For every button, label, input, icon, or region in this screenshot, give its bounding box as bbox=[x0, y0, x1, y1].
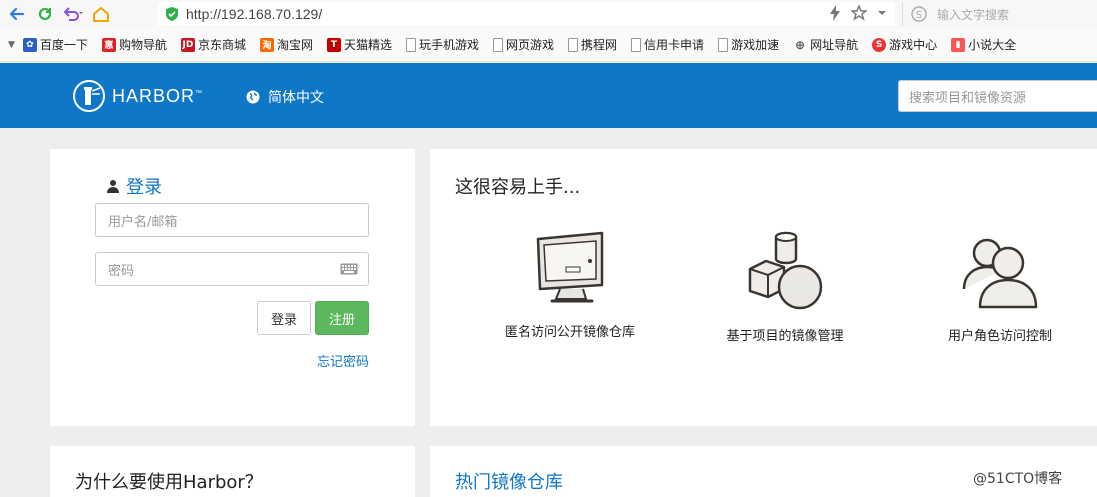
user-icon bbox=[107, 180, 119, 193]
bookmark-baidu[interactable]: ✿ 百度一下 bbox=[22, 36, 88, 53]
harbor-logo[interactable]: HARBOR™ bbox=[72, 79, 203, 113]
login-title: 登录 bbox=[106, 173, 162, 199]
harbor-lighthouse-icon bbox=[73, 80, 105, 112]
home-icon bbox=[93, 7, 109, 22]
bookmark-game-accel[interactable]: 游戏加速 bbox=[718, 36, 779, 53]
bookmarks-menu-icon[interactable]: ▼ bbox=[8, 40, 15, 50]
popular-repos-title: 热门镜像仓库 bbox=[455, 472, 563, 493]
feature-project-management: 基于项目的镜像管理 bbox=[690, 231, 880, 344]
hui-icon: 惠 bbox=[101, 37, 116, 52]
back-arrow-icon bbox=[9, 7, 25, 21]
feature-anonymous-access: 匿名访问公开镜像仓库 bbox=[475, 231, 665, 340]
feature-role-access: 用户角色访问控制 bbox=[905, 231, 1095, 344]
baidu-paw-icon: ✿ bbox=[22, 37, 37, 52]
feature-label: 基于项目的镜像管理 bbox=[726, 329, 844, 344]
language-label: 简体中文 bbox=[268, 90, 324, 106]
jd-icon: JD bbox=[180, 37, 195, 52]
svg-text:S: S bbox=[916, 10, 922, 21]
shapes-icon bbox=[748, 231, 823, 310]
browser-toolbar: http://192.168.70.129/ S 输入文字搜索 bbox=[0, 0, 1097, 28]
login-button[interactable]: 登录 bbox=[257, 301, 311, 335]
page-icon bbox=[406, 37, 416, 52]
username-input[interactable]: 用户名/邮箱 bbox=[95, 203, 369, 237]
tmall-icon: T bbox=[326, 37, 341, 52]
username-placeholder: 用户名/邮箱 bbox=[108, 214, 178, 230]
globe-icon bbox=[246, 90, 260, 104]
chevron-down-icon[interactable] bbox=[877, 8, 887, 18]
search-engine-icon: S bbox=[911, 6, 927, 22]
bookmark-game-center[interactable]: S 游戏中心 bbox=[872, 36, 937, 53]
lightning-icon[interactable] bbox=[829, 5, 841, 21]
bookmark-shopping[interactable]: 惠购物导航 bbox=[101, 36, 167, 53]
intro-title: 这很容易上手... bbox=[455, 177, 581, 198]
novel-icon: ▮ bbox=[951, 37, 966, 52]
browser-search[interactable]: S 输入文字搜索 bbox=[902, 2, 1097, 26]
browser-search-placeholder: 输入文字搜索 bbox=[937, 7, 1010, 22]
back-button[interactable] bbox=[6, 3, 28, 25]
bookmark-credit-card[interactable]: 信用卡申请 bbox=[631, 36, 704, 53]
keyboard-icon[interactable] bbox=[340, 263, 358, 275]
feature-label: 匿名访问公开镜像仓库 bbox=[504, 325, 635, 340]
home-button[interactable] bbox=[90, 3, 112, 25]
page-icon bbox=[493, 37, 504, 52]
forgot-password-link[interactable]: 忘记密码 bbox=[317, 351, 369, 370]
bookmark-url-nav[interactable]: ⊕ 网址导航 bbox=[793, 36, 858, 53]
page-icon bbox=[631, 37, 642, 52]
bookmark-ctrip[interactable]: 携程网 bbox=[568, 36, 617, 53]
taobao-icon: 淘 bbox=[259, 37, 274, 52]
intro-panel: 这很容易上手... 匿名访问公开镜像仓库 基于项目的镜像管理 用户角色访问控制 bbox=[430, 149, 1097, 426]
bookmark-tmall[interactable]: T 天猫精选 bbox=[326, 36, 392, 53]
why-harbor-panel: 为什么要使用Harbor？ bbox=[50, 446, 415, 497]
password-input[interactable]: 密码 bbox=[95, 252, 369, 286]
login-panel: 登录 用户名/邮箱 密码 登录 注册 忘记密码 bbox=[50, 149, 415, 426]
secure-shield-icon bbox=[166, 7, 178, 21]
feature-label: 用户角色访问控制 bbox=[947, 329, 1052, 344]
url-text: http://192.168.70.129/ bbox=[186, 6, 323, 22]
reload-button[interactable] bbox=[34, 3, 56, 25]
harbor-logo-text: HARBOR bbox=[112, 85, 196, 106]
page-icon bbox=[568, 37, 579, 52]
language-selector[interactable]: 简体中文 bbox=[246, 87, 324, 107]
bookmark-novels[interactable]: ▮ 小说大全 bbox=[951, 36, 1016, 53]
bookmark-jd[interactable]: JD 京东商城 bbox=[180, 36, 246, 53]
globe-icon: ⊕ bbox=[795, 37, 806, 52]
reload-icon bbox=[38, 7, 52, 21]
register-button[interactable]: 注册 bbox=[315, 301, 369, 335]
harbor-search-input[interactable]: 搜索项目和镜像资源 bbox=[898, 80, 1097, 112]
why-harbor-title: 为什么要使用Harbor？ bbox=[75, 472, 263, 493]
bookmarks-bar: ▼ ✿ 百度一下 惠购物导航 JD 京东商城 淘淘宝网 T 天猫精选 玩手机游戏 网页… bbox=[0, 28, 1097, 62]
star-icon[interactable] bbox=[851, 5, 867, 21]
monitor-icon bbox=[536, 231, 604, 303]
bookmark-mobile-games[interactable]: 玩手机游戏 bbox=[406, 36, 479, 53]
bookmark-taobao[interactable]: 淘淘宝网 bbox=[259, 36, 313, 53]
undo-button[interactable] bbox=[62, 3, 84, 25]
undo-icon bbox=[63, 7, 83, 21]
watermark: @51CTO博客 bbox=[973, 471, 1063, 487]
password-placeholder: 密码 bbox=[108, 263, 135, 279]
login-title-text: 登录 bbox=[126, 177, 162, 198]
harbor-search-placeholder: 搜索项目和镜像资源 bbox=[909, 90, 1027, 106]
address-bar[interactable]: http://192.168.70.129/ bbox=[158, 2, 895, 26]
bookmark-web-games[interactable]: 网页游戏 bbox=[493, 36, 554, 53]
game-center-icon: S bbox=[872, 37, 887, 52]
users-icon bbox=[962, 238, 1038, 309]
harbor-logo-tm: ™ bbox=[195, 89, 204, 97]
page-icon bbox=[718, 37, 729, 52]
